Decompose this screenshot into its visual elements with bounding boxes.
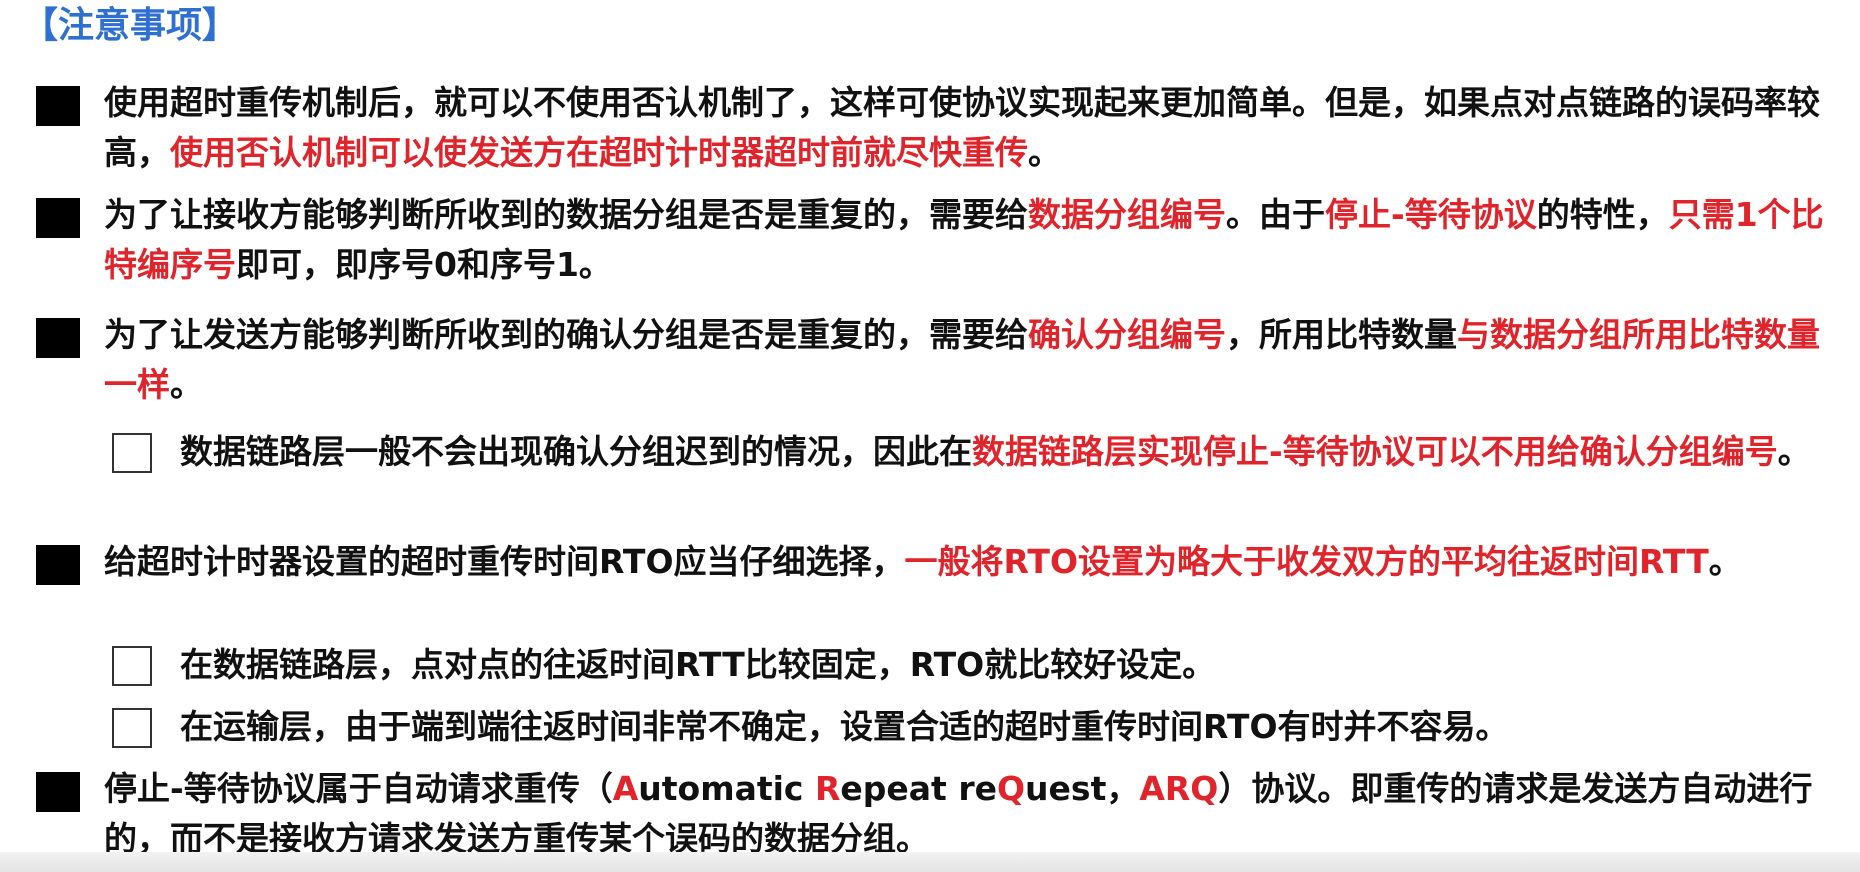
note-text: 停止-等待协议属于自动请求重传（	[104, 769, 613, 808]
note-item: 给超时计时器设置的超时重传时间RTO应当仔细选择，一般将RTO设置为略大于收发双…	[36, 537, 1824, 587]
hollow-square-bullet-icon	[112, 433, 152, 473]
bottom-strip	[0, 852, 1860, 872]
note-text: uest，	[1025, 769, 1140, 808]
note-highlight: 一般将RTO设置为略大于收发双方的平均往返时间RTT	[904, 542, 1709, 581]
note-highlight: 确认分组编号	[1028, 315, 1226, 354]
square-bullet-icon	[36, 545, 80, 585]
note-text: epeat re	[840, 769, 997, 808]
note-highlight: 数据分组编号	[1028, 195, 1226, 234]
note-subitem: 在运输层，由于端到端往返时间非常不确定，设置合适的超时重传时间RTO有时并不容易…	[112, 702, 1830, 752]
square-bullet-icon	[36, 198, 80, 238]
note-subitem: 数据链路层一般不会出现确认分组迟到的情况，因此在数据链路层实现停止-等待协议可以…	[112, 427, 1830, 477]
note-text: 。由于	[1226, 195, 1325, 234]
square-bullet-icon	[36, 86, 80, 126]
note-highlight: R	[814, 769, 841, 808]
note-highlight: Q	[996, 769, 1026, 808]
note-text: 在运输层，由于端到端往返时间非常不确定，设置合适的超时重传时间RTO有时并不容易…	[180, 707, 1509, 746]
note-highlight: A	[612, 769, 639, 808]
note-text: 为了让接收方能够判断所收到的数据分组是否是重复的，需要给	[104, 195, 1028, 234]
note-highlight: 数据链路层实现停止-等待协议可以不用给确认分组编号	[972, 432, 1778, 471]
note-text: 在数据链路层，点对点的往返时间RTT比较固定，RTO就比较好设定。	[180, 645, 1216, 684]
note-text: 的特性，	[1536, 195, 1669, 234]
note-text: 为了让发送方能够判断所收到的确认分组是否是重复的，需要给	[104, 315, 1028, 354]
note-text: 。	[1777, 432, 1811, 471]
square-bullet-icon	[36, 318, 80, 358]
note-text: 给超时计时器设置的超时重传时间RTO应当仔细选择，	[104, 542, 905, 581]
square-bullet-icon	[36, 772, 80, 812]
note-text: utomatic	[638, 769, 815, 808]
hollow-square-bullet-icon	[112, 708, 152, 748]
note-item: 使用超时重传机制后，就可以不使用否认机制了，这样可使协议实现起来更加简单。但是，…	[36, 78, 1824, 178]
note-highlight: 停止-等待协议	[1325, 195, 1537, 234]
note-text: 。	[170, 365, 203, 404]
note-highlight: ARQ	[1139, 769, 1219, 808]
note-text: 数据链路层一般不会出现确认分组迟到的情况，因此在	[180, 432, 972, 471]
hollow-square-bullet-icon	[112, 646, 152, 686]
note-item: 为了让接收方能够判断所收到的数据分组是否是重复的，需要给数据分组编号。由于停止-…	[36, 190, 1824, 290]
section-title: 【注意事项】	[22, 5, 239, 46]
note-item: 停止-等待协议属于自动请求重传（Automatic Repeat reQuest…	[36, 764, 1824, 864]
note-highlight: 使用否认机制可以使发送方在超时计时器超时前就尽快重传	[170, 133, 1028, 172]
note-subitem: 在数据链路层，点对点的往返时间RTT比较固定，RTO就比较好设定。	[112, 640, 1830, 690]
note-item: 为了让发送方能够判断所收到的确认分组是否是重复的，需要给确认分组编号，所用比特数…	[36, 310, 1824, 410]
note-text: ，所用比特数量	[1226, 315, 1457, 354]
note-text: 。	[1028, 133, 1061, 172]
note-text: 。	[1708, 542, 1742, 581]
note-text: 即可，即序号0和序号1。	[236, 245, 612, 284]
